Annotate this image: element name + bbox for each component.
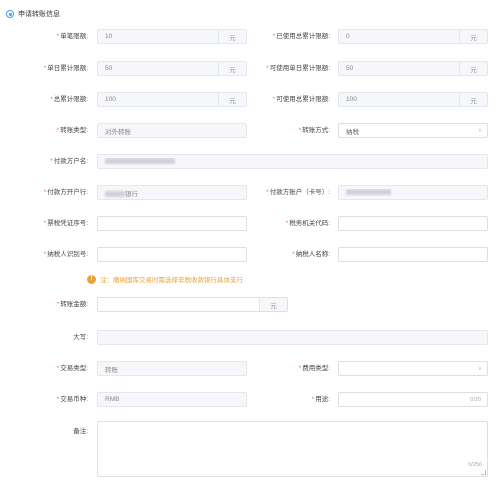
remarks-label: 备注:: [73, 428, 88, 435]
remarks-textarea[interactable]: 0/256: [97, 421, 488, 477]
single-limit-field: 10 元: [97, 29, 247, 44]
purpose-label: *用途:: [311, 396, 330, 403]
taxpayer-id-input[interactable]: [97, 247, 247, 262]
daily-limit-field: 50 元: [97, 61, 247, 76]
transfer-amount-label: *转账金额:: [56, 301, 88, 308]
used-total-limit-field: 0元: [338, 29, 488, 44]
usable-total-limit-field: 100 元: [338, 92, 488, 107]
payer-bank-label: *付款方开户行:: [43, 189, 88, 196]
usable-daily-limit-label: *可使用单日累计限额:: [266, 65, 330, 72]
warning-icon: !: [87, 274, 96, 284]
total-limit-label: *总累计限额:: [50, 96, 88, 103]
redacted-payer-name: [105, 158, 175, 165]
single-limit-label: *单笔限额:: [56, 33, 88, 40]
payer-account-field: [338, 185, 488, 200]
section-icon: [6, 10, 14, 18]
purpose-input[interactable]: 0/20: [338, 392, 488, 407]
usable-total-limit-label: *可使用总累计限额:: [272, 96, 330, 103]
section-title: 申请转账信息: [18, 11, 60, 18]
tax-voucher-label: *票税凭证序号:: [43, 220, 88, 227]
tax-authority-code-input[interactable]: [338, 216, 488, 231]
fee-type-select[interactable]: ∨: [338, 361, 488, 376]
daily-limit-label: *单日累计限额:: [43, 65, 88, 72]
notice-text: 注：缴纳国库交易时需选择非税收款银行具体支行: [100, 277, 243, 284]
payer-bank-field: 银行: [97, 185, 247, 200]
transfer-method-label: *转账方式:: [298, 127, 330, 134]
amount-uppercase-field: [97, 330, 488, 345]
purpose-char-count: 0/20: [470, 396, 481, 403]
tax-authority-code-label: *税务机关代码:: [285, 220, 330, 227]
section-header: 申请转账信息: [6, 9, 60, 19]
taxpayer-name-label: *纳税人名称:: [292, 251, 330, 258]
transaction-type-field: 转账: [97, 361, 247, 376]
amount-uppercase-label: 大写:: [73, 334, 88, 341]
chevron-down-icon: ∨: [477, 128, 483, 134]
transfer-amount-input[interactable]: 元: [97, 297, 288, 312]
transfer-type-field: 对外转账: [97, 123, 247, 138]
tax-voucher-input[interactable]: [97, 216, 247, 231]
used-total-limit-label: *已使用总累计限额:: [272, 33, 330, 40]
redacted-bank-name: [105, 190, 125, 197]
taxpayer-id-label: *纳税人识别号:: [43, 251, 88, 258]
fee-type-label: *费用类型:: [298, 365, 330, 372]
notice-banner: ! 注：缴纳国库交易时需选择非税收款银行具体支行: [87, 274, 243, 284]
transaction-type-label: *交易类型:: [56, 365, 88, 372]
remarks-char-count: 0/256: [468, 462, 482, 468]
currency-label: *交易币种:: [56, 396, 88, 403]
transfer-method-select[interactable]: 纳税 ∨: [338, 123, 488, 138]
taxpayer-name-input[interactable]: [338, 247, 488, 262]
transfer-type-label: *转账类型:: [56, 127, 88, 134]
usable-daily-limit-field: 50 元: [338, 61, 488, 76]
payer-name-field: [97, 154, 488, 169]
total-limit-field: 100 元: [97, 92, 247, 107]
chevron-down-icon: ∨: [477, 366, 483, 372]
redacted-account: [346, 189, 391, 196]
currency-field: RMB: [97, 392, 247, 407]
payer-name-label: *付款方户名:: [50, 158, 88, 165]
resize-handle[interactable]: [481, 470, 486, 475]
payer-account-label: *付款方账户（卡号）:: [266, 189, 330, 196]
